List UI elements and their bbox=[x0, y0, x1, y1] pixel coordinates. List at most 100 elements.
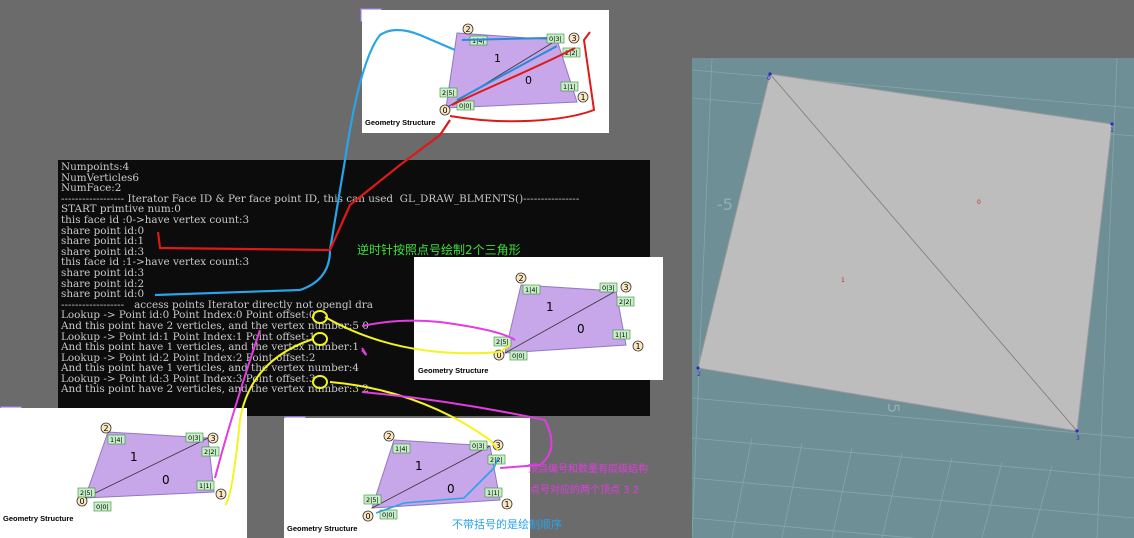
svg-text:1|1|: 1|1| bbox=[563, 83, 576, 91]
svg-text:2|5|: 2|5| bbox=[366, 496, 379, 504]
vertex-tag-14: 1|4| bbox=[522, 284, 541, 295]
grid-number-label: 5 bbox=[884, 403, 903, 413]
svg-text:0: 0 bbox=[80, 497, 85, 506]
point-marker-0: 0 bbox=[493, 349, 505, 361]
svg-text:1|4|: 1|4| bbox=[395, 445, 408, 453]
svg-text:0|3|: 0|3| bbox=[188, 434, 201, 442]
svg-text:1|4|: 1|4| bbox=[110, 436, 123, 444]
vertex-tag-14: 1|4| bbox=[392, 443, 411, 454]
vertex-tag-11: 1|1| bbox=[484, 487, 503, 498]
svg-text:0|3|: 0|3| bbox=[549, 35, 562, 43]
face-label-a: 1 bbox=[494, 52, 501, 65]
geometry-caption: Geometry Structure bbox=[287, 524, 357, 533]
point-marker-2: 2 bbox=[383, 430, 395, 442]
vertex-tag-03: 0|3| bbox=[546, 33, 565, 44]
cyan-annotation: 不带括号的是绘制顺序 bbox=[452, 518, 562, 531]
point-marker-2: 2 bbox=[462, 23, 474, 35]
svg-text:2: 2 bbox=[387, 432, 392, 441]
vertex-tag-03: 0|3| bbox=[185, 432, 204, 443]
point-marker-0: 0 bbox=[439, 104, 451, 116]
viewport-face-label-1: 1 bbox=[841, 277, 845, 284]
face-label-b: 0 bbox=[162, 473, 170, 487]
geometry-caption: Geometry Structure bbox=[3, 514, 73, 523]
svg-text:3: 3 bbox=[496, 441, 501, 450]
quad-mesh bbox=[697, 73, 1113, 432]
grid-number-label: -5 bbox=[717, 195, 733, 214]
point-marker-0: 0 bbox=[362, 510, 374, 522]
vertex-tag-14: 1|4| bbox=[107, 434, 126, 445]
svg-text:2: 2 bbox=[519, 274, 524, 283]
point-marker-1: 1 bbox=[577, 91, 589, 103]
geometry-caption: Geometry Structure bbox=[365, 118, 435, 127]
svg-text:2: 2 bbox=[466, 25, 471, 34]
svg-text:0: 0 bbox=[497, 351, 502, 360]
vertex-tag-25: 2|5| bbox=[493, 336, 512, 347]
svg-text:2|5|: 2|5| bbox=[442, 89, 455, 97]
viewport-point-label-0: 0 bbox=[767, 75, 771, 82]
geometry-diagram-top: 1 0 2 3 1 0 1|4| 0|3| 2|2| 1|1| 2|5| 0|0… bbox=[365, 23, 596, 127]
point-marker-3: 3 bbox=[207, 432, 219, 444]
vertex-tag-11: 1|1| bbox=[196, 480, 215, 491]
face-label-a: 1 bbox=[130, 450, 138, 464]
magenta-annotation-2: 点号对应的两个顶点 3 2 bbox=[530, 485, 640, 496]
face-label-b: 0 bbox=[577, 322, 585, 336]
green-annotation: 逆时针按照点号绘制2个三角形 bbox=[357, 243, 521, 257]
svg-text:0|3|: 0|3| bbox=[472, 442, 485, 450]
point-marker-3: 3 bbox=[620, 281, 632, 293]
vertex-tag-25: 2|5| bbox=[439, 87, 458, 98]
geometry-panel-middle: 1 0 2 3 1 0 1|4| 0|3| 2|2| 1|1| 2|5| 0|0… bbox=[414, 257, 663, 380]
face-label-b: 0 bbox=[447, 482, 455, 496]
svg-text:2|2|: 2|2| bbox=[619, 298, 632, 306]
viewport-canvas: -5 5 0 1 2 3 0 1 bbox=[692, 58, 1134, 538]
magenta-annotation-1: 顶点编号和数量有层级结构 bbox=[528, 464, 648, 475]
svg-text:2: 2 bbox=[104, 424, 109, 433]
vertex-tag-22: 2|2| bbox=[201, 446, 220, 457]
svg-text:1: 1 bbox=[219, 490, 224, 499]
svg-text:1|4|: 1|4| bbox=[472, 37, 485, 45]
vertex-tag-25: 2|5| bbox=[363, 494, 382, 505]
viewport-point-label-2: 2 bbox=[697, 371, 701, 378]
point-marker-2: 2 bbox=[100, 422, 112, 434]
svg-text:1: 1 bbox=[636, 342, 641, 351]
point-marker-0: 0 bbox=[76, 495, 88, 507]
svg-text:1|1|: 1|1| bbox=[487, 489, 500, 497]
svg-text:0|0|: 0|0| bbox=[459, 102, 472, 110]
3d-viewport[interactable]: -5 5 0 1 2 3 0 1 bbox=[692, 58, 1134, 538]
face-label-a: 1 bbox=[546, 300, 554, 314]
svg-text:0: 0 bbox=[443, 106, 448, 115]
viewport-point-label-3: 3 bbox=[1076, 435, 1080, 442]
geometry-diagram-bottom-left: 1 0 2 3 1 0 1|4| 0|3| 2|2| 1|1| 2|5| 0|0… bbox=[3, 422, 227, 523]
vertex-tag-00: 0|0| bbox=[509, 350, 528, 361]
svg-text:1: 1 bbox=[581, 93, 586, 102]
vertex-tag-25: 2|5| bbox=[77, 487, 96, 498]
svg-text:0|3|: 0|3| bbox=[602, 284, 615, 292]
vertex-tag-03: 0|3| bbox=[469, 440, 488, 451]
vertex-tag-11: 1|1| bbox=[612, 329, 631, 340]
point-marker-1: 1 bbox=[215, 488, 227, 500]
svg-text:1: 1 bbox=[505, 500, 510, 509]
vertex-tag-22: 2|2| bbox=[616, 296, 635, 307]
geometry-diagram-middle: 1 0 2 3 1 0 1|4| 0|3| 2|2| 1|1| 2|5| 0|0… bbox=[418, 272, 644, 375]
viewport-point-label-1: 1 bbox=[1110, 127, 1114, 134]
face-label-b: 0 bbox=[525, 74, 532, 87]
geometry-caption: Geometry Structure bbox=[418, 366, 488, 375]
vertex-tag-11: 1|1| bbox=[560, 81, 579, 92]
svg-text:3: 3 bbox=[624, 283, 629, 292]
svg-text:0|0|: 0|0| bbox=[382, 511, 395, 519]
svg-text:3: 3 bbox=[211, 434, 216, 443]
point-marker-1: 1 bbox=[501, 498, 513, 510]
geometry-panel-top: 1 0 2 3 1 0 1|4| 0|3| 2|2| 1|1| 2|5| 0|0… bbox=[362, 10, 609, 133]
svg-text:0: 0 bbox=[366, 512, 371, 521]
svg-text:0|0|: 0|0| bbox=[512, 352, 525, 360]
svg-text:1|1|: 1|1| bbox=[199, 482, 212, 490]
point-marker-3: 3 bbox=[568, 32, 580, 44]
vertex-tag-00: 0|0| bbox=[93, 501, 112, 512]
svg-text:2|2|: 2|2| bbox=[204, 448, 217, 456]
point-marker-1: 1 bbox=[632, 340, 644, 352]
vertex-tag-03: 0|3| bbox=[599, 282, 618, 293]
point-marker-3: 3 bbox=[492, 439, 504, 451]
face-label-a: 1 bbox=[415, 459, 423, 473]
svg-text:0|0|: 0|0| bbox=[96, 503, 109, 511]
svg-text:1|4|: 1|4| bbox=[525, 286, 538, 294]
point-marker-2: 2 bbox=[515, 272, 527, 284]
